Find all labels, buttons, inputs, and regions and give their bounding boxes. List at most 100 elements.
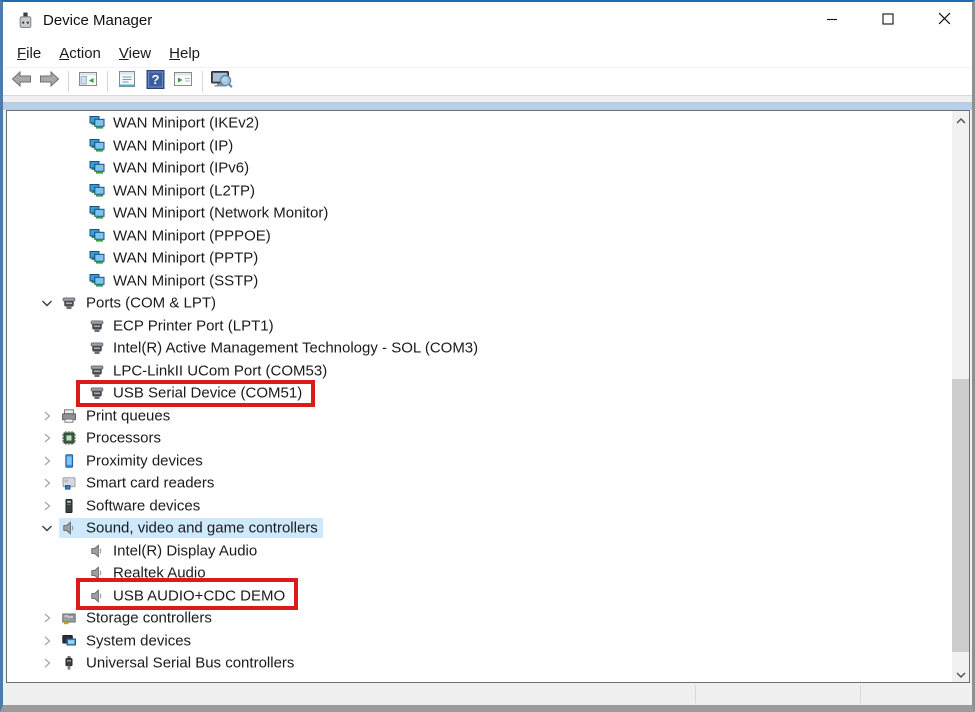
- tree-item-ports-com-lpt[interactable]: Ports (COM & LPT): [7, 292, 952, 315]
- tree-item-lpc-linkii-ucom-port-com53[interactable]: LPC-LinkII UCom Port (COM53): [7, 360, 952, 383]
- tree-item-software-devices[interactable]: Software devices: [7, 495, 952, 518]
- serial-port-icon: [89, 363, 105, 379]
- speaker-icon: [89, 565, 105, 581]
- tree-item-realtek-audio[interactable]: Realtek Audio: [7, 562, 952, 585]
- tree-item-label: Intel(R) Active Management Technology - …: [110, 340, 481, 357]
- tree-item-label: ECP Printer Port (LPT1): [110, 317, 277, 334]
- tree-item-label: Storage controllers: [83, 610, 215, 627]
- speaker-icon: [89, 543, 105, 559]
- device-manager-icon: [17, 12, 34, 29]
- title-bar: Device Manager: [3, 2, 972, 39]
- usb-icon: [61, 655, 77, 671]
- network-adapter-icon: [89, 115, 105, 131]
- tree-item-label: WAN Miniport (IPv6): [110, 160, 252, 177]
- toolbar: ?: [3, 67, 972, 96]
- serial-port-icon: [89, 318, 105, 334]
- forward-icon: [39, 70, 60, 93]
- back-icon: [11, 70, 32, 93]
- tree-item-label: LPC-LinkII UCom Port (COM53): [110, 362, 330, 379]
- tree-item-wan-miniport-network-monitor[interactable]: WAN Miniport (Network Monitor): [7, 202, 952, 225]
- hide-console-tree-icon: [78, 70, 98, 93]
- chevron-collapsed-icon[interactable]: [39, 610, 55, 626]
- tree-item-proximity-devices[interactable]: Proximity devices: [7, 450, 952, 473]
- tree-item-print-queues[interactable]: Print queues: [7, 405, 952, 428]
- chevron-collapsed-icon[interactable]: [39, 498, 55, 514]
- network-adapter-icon: [89, 273, 105, 289]
- tree-item-label: Ports (COM & LPT): [83, 295, 219, 312]
- minimize-icon: [826, 12, 838, 30]
- tree-item-usb-serial-device-com51[interactable]: USB Serial Device (COM51): [7, 382, 952, 405]
- tree-item-label: WAN Miniport (IP): [110, 137, 236, 154]
- maximize-icon: [882, 12, 894, 30]
- smart-card-icon: [61, 475, 77, 491]
- help-button[interactable]: ?: [141, 69, 169, 94]
- tree-item-label: Smart card readers: [83, 475, 217, 492]
- system-device-icon: [61, 633, 77, 649]
- device-tree: WAN Miniport (IKEv2) WAN Miniport (IP) WAN…: [7, 112, 952, 675]
- menu-view[interactable]: View: [110, 45, 160, 62]
- scroll-down-button[interactable]: [952, 665, 969, 682]
- chevron-collapsed-icon[interactable]: [39, 633, 55, 649]
- tree-item-wan-miniport-ip[interactable]: WAN Miniport (IP): [7, 135, 952, 158]
- tree-item-wan-miniport-ipv6[interactable]: WAN Miniport (IPv6): [7, 157, 952, 180]
- tree-item-ecp-printer-port-lpt1[interactable]: ECP Printer Port (LPT1): [7, 315, 952, 338]
- chevron-collapsed-icon[interactable]: [39, 453, 55, 469]
- tree-item-label: WAN Miniport (PPPOE): [110, 227, 274, 244]
- chevron-expanded-icon[interactable]: [39, 295, 55, 311]
- status-bar: [3, 683, 972, 705]
- hide-console-tree-button[interactable]: [74, 69, 102, 94]
- network-adapter-icon: [89, 205, 105, 221]
- tree-item-label: Sound, video and game controllers: [83, 520, 321, 537]
- properties-button[interactable]: [113, 69, 141, 94]
- menu-help[interactable]: Help: [160, 45, 209, 62]
- vertical-scrollbar[interactable]: [952, 111, 969, 682]
- serial-port-icon: [89, 340, 105, 356]
- tree-item-smart-card-readers[interactable]: Smart card readers: [7, 472, 952, 495]
- chevron-expanded-icon[interactable]: [39, 520, 55, 536]
- chevron-collapsed-icon[interactable]: [39, 430, 55, 446]
- scan-hardware-button[interactable]: [208, 69, 236, 94]
- close-button[interactable]: [916, 2, 972, 39]
- tree-item-storage-controllers[interactable]: Storage controllers: [7, 607, 952, 630]
- properties-icon: [117, 70, 137, 94]
- network-adapter-icon: [89, 250, 105, 266]
- tree-item-wan-miniport-pppoe[interactable]: WAN Miniport (PPPOE): [7, 225, 952, 248]
- scroll-up-icon: [956, 111, 966, 129]
- menu-bar: FileActionViewHelp: [3, 39, 972, 67]
- tree-item-sound-video-and-game-controllers[interactable]: Sound, video and game controllers: [7, 517, 952, 540]
- maximize-button[interactable]: [860, 2, 916, 39]
- tree-item-processors[interactable]: Processors: [7, 427, 952, 450]
- menu-action[interactable]: Action: [50, 45, 110, 62]
- chevron-collapsed-icon[interactable]: [39, 475, 55, 491]
- tree-item-wan-miniport-pptp[interactable]: WAN Miniport (PPTP): [7, 247, 952, 270]
- tree-item-universal-serial-bus-controllers[interactable]: Universal Serial Bus controllers: [7, 652, 952, 675]
- tree-item-wan-miniport-ikev2[interactable]: WAN Miniport (IKEv2): [7, 112, 952, 135]
- tree-item-label: Intel(R) Display Audio: [110, 542, 260, 559]
- speaker-icon: [61, 520, 77, 536]
- tree-item-label: Print queues: [83, 407, 173, 424]
- tree-item-wan-miniport-sstp[interactable]: WAN Miniport (SSTP): [7, 270, 952, 293]
- status-bar-divider: [860, 685, 861, 703]
- scrollbar-thumb[interactable]: [952, 379, 969, 652]
- network-adapter-icon: [89, 138, 105, 154]
- menu-file[interactable]: File: [8, 45, 50, 62]
- minimize-button[interactable]: [804, 2, 860, 39]
- tree-item-system-devices[interactable]: System devices: [7, 630, 952, 653]
- chevron-collapsed-icon[interactable]: [39, 408, 55, 424]
- tree-item-label: System devices: [83, 632, 194, 649]
- console-area: WAN Miniport (IKEv2) WAN Miniport (IP) WAN…: [3, 110, 972, 683]
- toolbar-separator: [107, 71, 108, 92]
- action-pane-button[interactable]: [169, 69, 197, 94]
- chevron-collapsed-icon[interactable]: [39, 655, 55, 671]
- tree-item-intel-r-active-management-technology-sol-com3[interactable]: Intel(R) Active Management Technology - …: [7, 337, 952, 360]
- svg-text:?: ?: [151, 72, 159, 87]
- speaker-icon: [89, 588, 105, 604]
- tree-item-wan-miniport-l2tp[interactable]: WAN Miniport (L2TP): [7, 180, 952, 203]
- tree-item-intel-r-display-audio[interactable]: Intel(R) Display Audio: [7, 540, 952, 563]
- back-button[interactable]: [7, 69, 35, 94]
- tree-item-usb-audio-cdc-demo[interactable]: USB AUDIO+CDC DEMO: [7, 585, 952, 608]
- tree-item-label: Processors: [83, 430, 164, 447]
- forward-button[interactable]: [35, 69, 63, 94]
- scroll-up-button[interactable]: [952, 111, 969, 128]
- scan-hardware-icon: [210, 70, 234, 94]
